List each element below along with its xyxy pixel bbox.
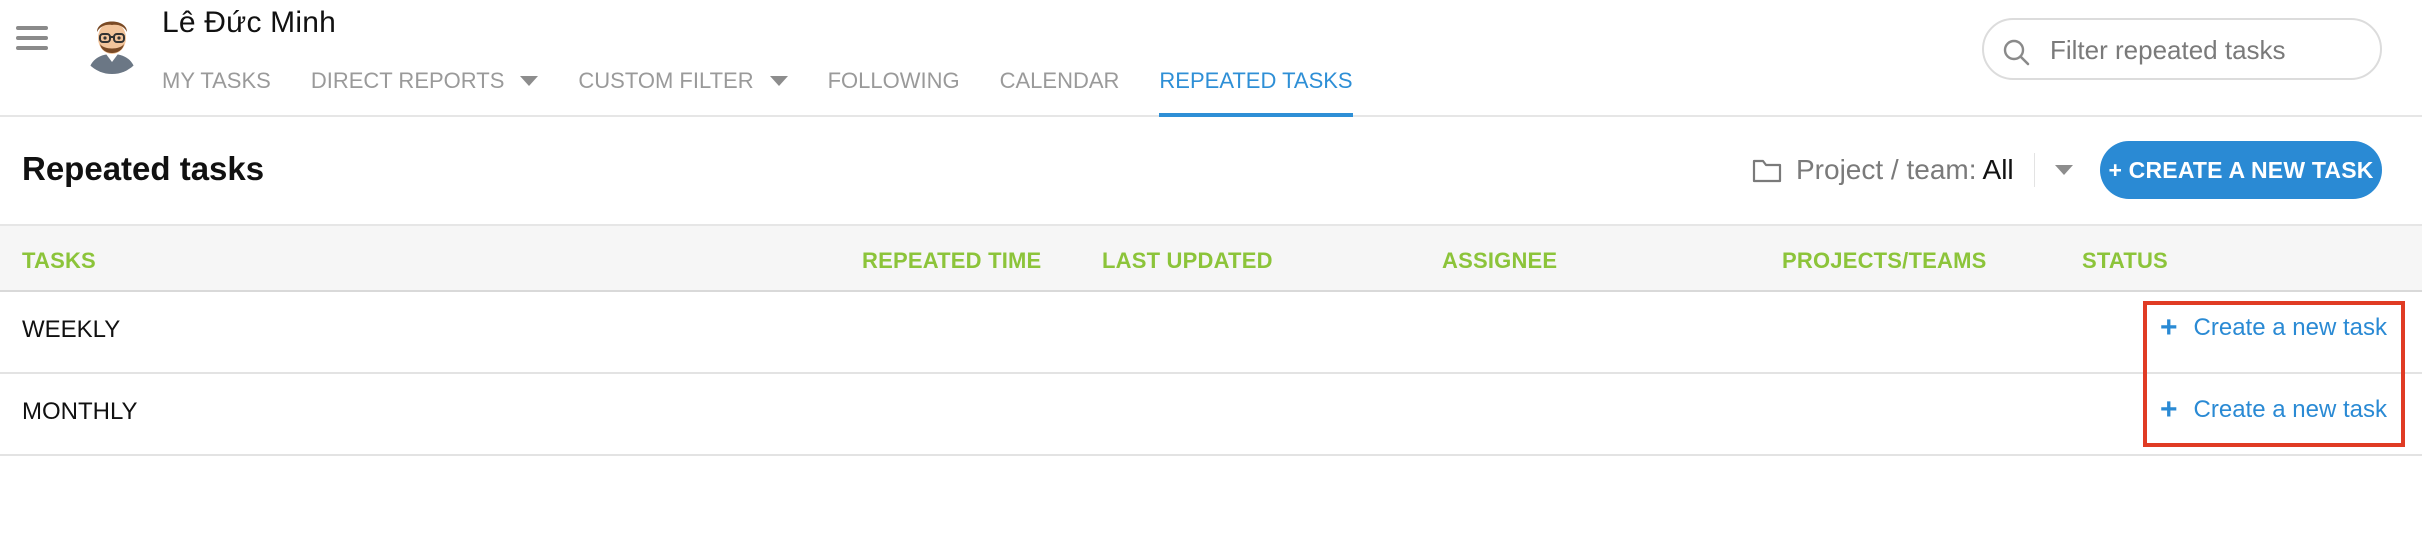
filter-label: Project / team: — [1796, 154, 1977, 185]
column-header-tasks[interactable]: TASKS — [22, 248, 96, 274]
folder-icon — [1752, 159, 1782, 183]
column-header-status[interactable]: STATUS — [2082, 248, 2168, 274]
caret-down-icon[interactable] — [520, 76, 539, 86]
task-name[interactable]: WEEKLY — [22, 316, 120, 344]
caret-down-icon[interactable] — [769, 76, 788, 86]
create-link-label: Create a new task — [2193, 314, 2387, 341]
top-header: Lê Đức Minh MY TASKS DIRECT REPORTS CUST… — [0, 0, 2422, 117]
create-new-task-button[interactable]: + CREATE A NEW TASK — [2100, 141, 2382, 199]
search-box[interactable] — [1982, 18, 2382, 80]
hamburger-menu-icon[interactable] — [16, 26, 48, 54]
column-header-last-updated[interactable]: LAST UPDATED — [1102, 248, 1273, 274]
column-header-projects-teams[interactable]: PROJECTS/TEAMS — [1782, 248, 1987, 274]
table-row[interactable]: MONTHLY + Create a new task — [0, 374, 2422, 456]
nav-calendar[interactable]: CALENDAR — [1000, 64, 1120, 117]
avatar[interactable] — [80, 10, 144, 74]
user-name: Lê Đức Minh — [162, 6, 337, 39]
caret-down-icon[interactable] — [2054, 165, 2073, 175]
nav-following[interactable]: FOLLOWING — [828, 64, 960, 117]
search-icon — [2003, 39, 2030, 66]
main-nav: MY TASKS DIRECT REPORTS CUSTOM FILTER FO… — [162, 64, 1393, 117]
plus-icon: + — [2160, 311, 2178, 344]
divider — [2033, 153, 2035, 187]
search-input[interactable] — [2048, 28, 2372, 72]
nav-custom-filter[interactable]: CUSTOM FILTER — [578, 64, 788, 117]
column-header-assignee[interactable]: ASSIGNEE — [1442, 248, 1557, 274]
project-team-filter[interactable]: Project / team: All — [1752, 150, 2073, 190]
cartoon-avatar-image — [80, 10, 144, 74]
nav-direct-reports[interactable]: DIRECT REPORTS — [311, 64, 539, 117]
nav-label: CALENDAR — [999, 68, 1120, 93]
nav-repeated-tasks[interactable]: REPEATED TASKS — [1159, 64, 1353, 117]
nav-my-tasks[interactable]: MY TASKS — [162, 64, 271, 117]
table-header: TASKS REPEATED TIME LAST UPDATED ASSIGNE… — [0, 224, 2422, 292]
nav-label: DIRECT REPORTS — [310, 68, 505, 93]
page-title: Repeated tasks — [22, 150, 265, 187]
nav-label: REPEATED TASKS — [1159, 68, 1353, 93]
column-header-repeated-time[interactable]: REPEATED TIME — [862, 248, 1041, 274]
nav-label: FOLLOWING — [827, 68, 960, 93]
create-new-task-link[interactable]: + Create a new task — [2160, 393, 2387, 426]
task-name[interactable]: MONTHLY — [22, 398, 138, 426]
create-link-label: Create a new task — [2193, 396, 2387, 423]
table-row[interactable]: WEEKLY + Create a new task — [0, 292, 2422, 374]
plus-icon: + — [2160, 393, 2178, 426]
create-new-task-link[interactable]: + Create a new task — [2160, 311, 2387, 344]
nav-label: MY TASKS — [162, 68, 271, 93]
filter-value: All — [1982, 154, 2014, 185]
nav-label: CUSTOM FILTER — [578, 68, 754, 93]
